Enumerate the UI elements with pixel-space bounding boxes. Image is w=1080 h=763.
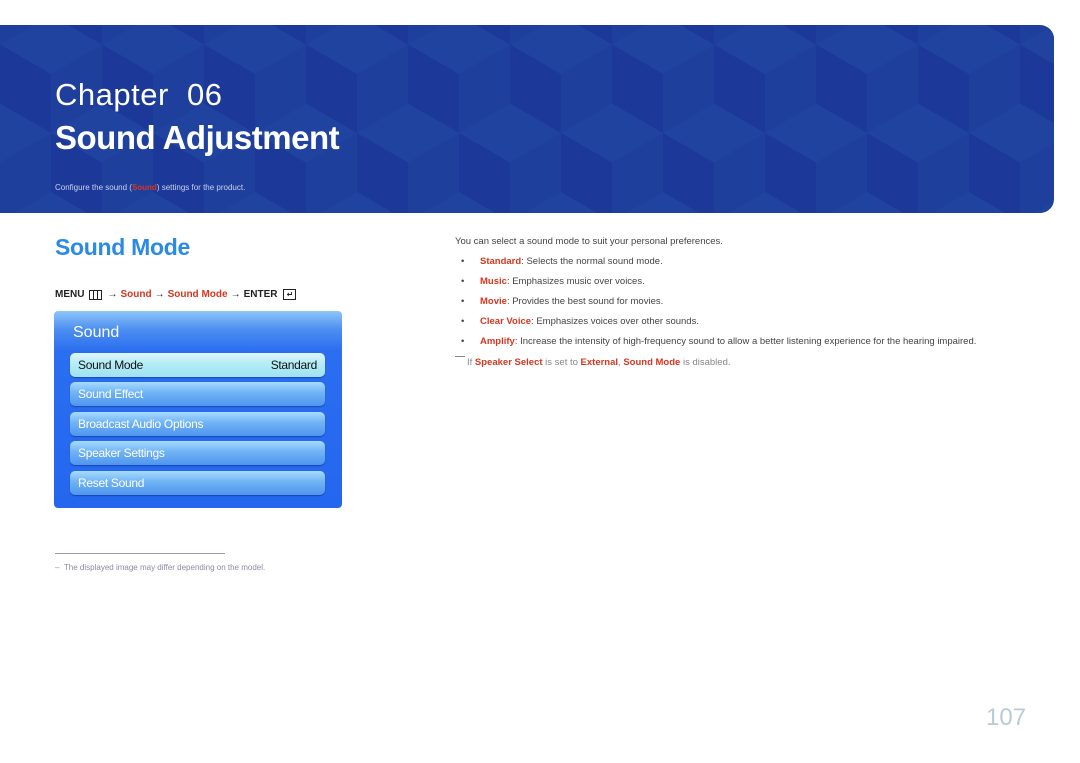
bullet-text: : Emphasizes music over voices. [506,276,645,287]
menu-path: MENU → Sound → Sound Mode → ENTER ↵ [55,289,297,300]
bullet-item: • Movie: Provides the best sound for movi… [461,296,663,307]
arrow-icon: → [154,289,165,300]
note-dash-icon [455,356,465,357]
footnote-dash: ‒ [55,563,60,572]
osd-item-speaker-settings[interactable]: Speaker Settings [70,441,325,465]
description-text: Configure the sound ( [55,183,132,192]
menu-step-sound: Sound [120,289,152,300]
page-number: 107 [986,704,1027,731]
bullet-item: • Music: Emphasizes music over voices. [461,276,645,287]
chapter-label: Chapter 06 [55,77,223,112]
osd-item-broadcast-audio-options[interactable]: Broadcast Audio Options [70,412,325,436]
menu-grid-icon [89,289,103,300]
description-text: ) settings for the product. [156,183,246,192]
enter-label: ENTER [243,289,278,300]
description-highlight: Sound [131,183,157,192]
note-term: External [580,357,619,368]
osd-item-label: Sound Effect [78,387,143,401]
osd-item-sound-mode[interactable]: Sound Mode Standard [70,353,325,377]
osd-item-sound-effect[interactable]: Sound Effect [70,382,325,406]
bullet-icon: • [461,336,465,347]
osd-title: Sound [73,324,120,341]
footnote: ‒ The displayed image may differ dependi… [55,563,265,572]
bullet-term: Music [480,276,507,287]
cube-face [1034,201,1054,213]
chapter-banner: Chapter 06 Sound Adjustment Configure th… [0,25,1054,213]
arrow-icon: → [107,289,118,300]
footnote-divider [55,553,225,554]
chapter-title: Sound Adjustment [55,119,340,156]
bullet-term: Standard [480,256,522,267]
osd-item-value: Standard [270,358,318,372]
bullet-icon: • [461,296,465,307]
note: If Speaker Select is set to External, So… [455,356,731,368]
bullet-item: • Clear Voice: Emphasizes voices over oth… [461,316,699,327]
note-term: Speaker Select [474,357,543,368]
arrow-icon: → [230,289,241,300]
bullet-text: : Selects the normal sound mode. [521,256,663,267]
bullet-item: • Standard: Selects the normal sound mode… [461,256,663,267]
bullet-term: Amplify [480,336,515,347]
note-text: is disabled. [680,357,731,368]
bullet-term: Clear Voice [480,316,532,327]
footnote-text: The displayed image may differ depending… [63,563,266,572]
note-text: If [467,357,475,368]
bullet-term: Movie [480,296,507,307]
chapter-description: Configure the sound (Sound) settings for… [55,183,245,192]
osd-item-label: Broadcast Audio Options [78,417,204,431]
bullet-icon: • [461,276,465,287]
bullet-item: • Amplify: Increase the intensity of high… [461,336,976,347]
bullet-text: : Provides the best sound for movies. [506,296,664,307]
bullet-text: : Increase the intensity of high-frequen… [514,336,977,347]
menu-label: MENU [55,289,85,300]
note-term: Sound Mode [623,357,681,368]
section-title: Sound Mode [55,234,190,260]
osd-item-label: Reset Sound [78,476,145,490]
osd-item-label: Speaker Settings [78,446,165,460]
menu-step-sound-mode: Sound Mode [167,289,228,300]
enter-icon: ↵ [283,289,297,300]
bullet-text: : Emphasizes voices over other sounds. [531,316,699,327]
note-text: is set to [542,357,581,368]
intro-text: You can select a sound mode to suit your… [455,236,723,247]
osd-item-reset-sound[interactable]: Reset Sound [70,471,325,495]
bullet-icon: • [461,256,465,267]
osd-sound-menu: Sound Sound Mode Standard Sound Effect B… [54,311,342,508]
osd-item-label: Sound Mode [78,358,144,372]
bullet-icon: • [461,316,465,327]
